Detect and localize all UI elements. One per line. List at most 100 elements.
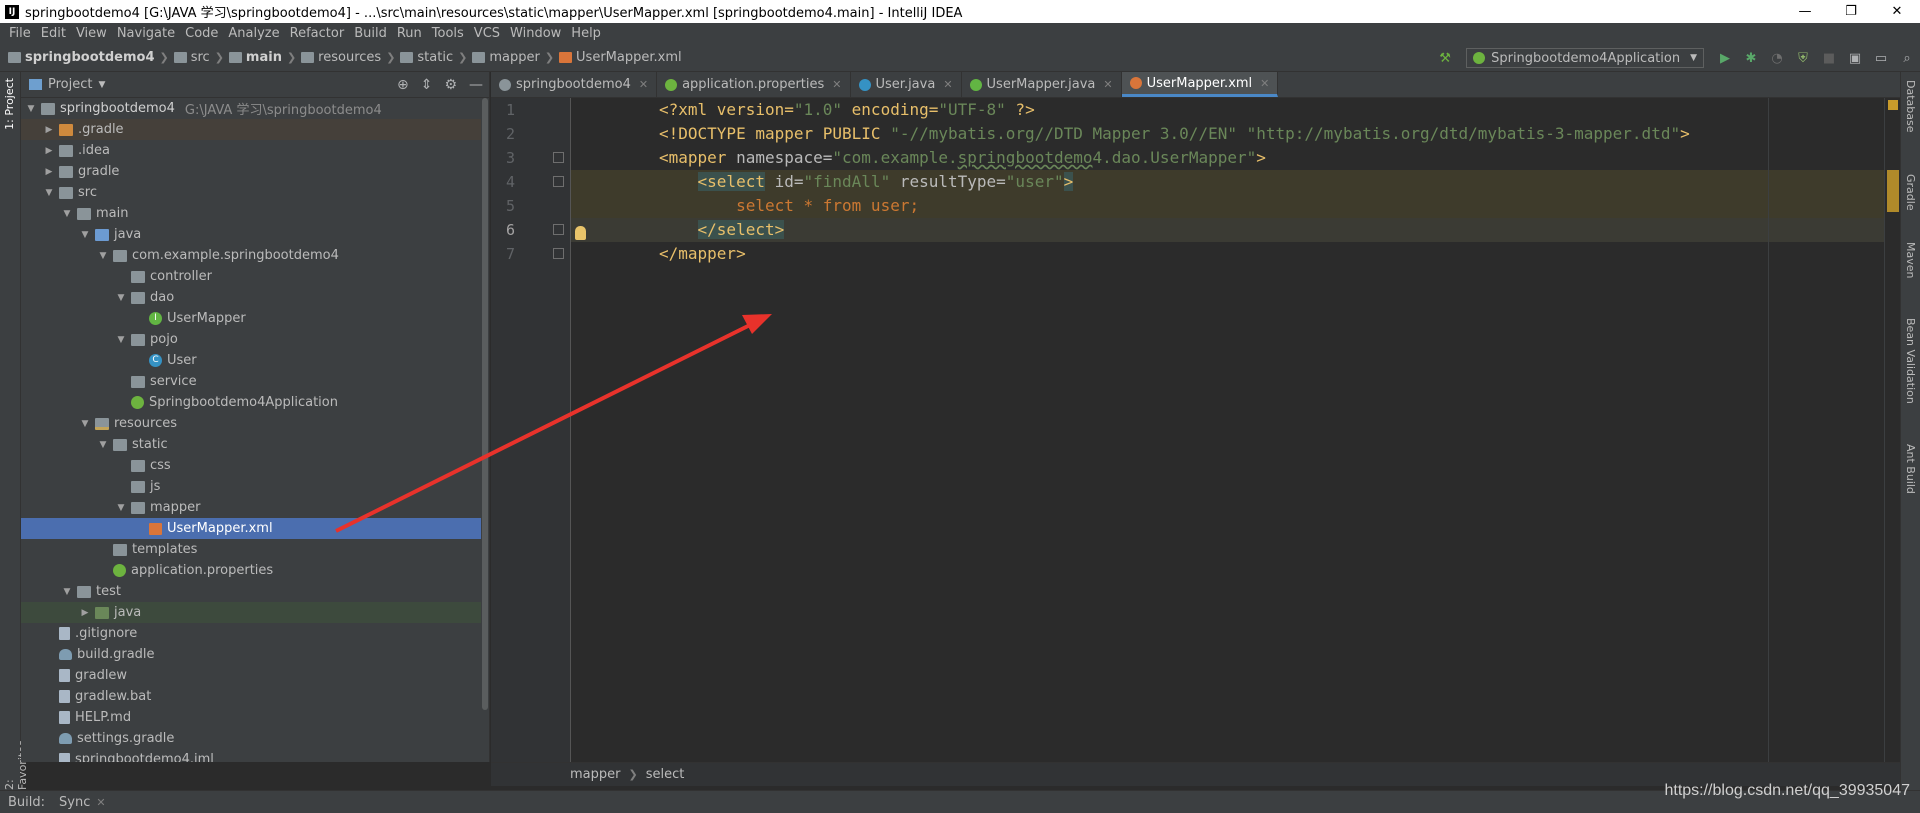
tree-item-static[interactable]: ▼ static bbox=[21, 434, 489, 455]
close-icon[interactable]: ✕ bbox=[1260, 77, 1269, 90]
project-scrollbar[interactable] bbox=[481, 98, 489, 762]
project-view-select[interactable]: Project bbox=[48, 77, 92, 92]
expanded-arrow-icon[interactable]: ▼ bbox=[97, 440, 109, 450]
tree-item-gradle[interactable]: ▶ .gradle bbox=[21, 119, 489, 140]
coverage-icon[interactable]: ◔ bbox=[1766, 47, 1788, 69]
tree-item-controller[interactable]: controller bbox=[21, 266, 489, 287]
menu-run[interactable]: Run bbox=[392, 26, 427, 41]
editor-crumb-select[interactable]: select bbox=[646, 767, 685, 782]
tree-item-gradlew[interactable]: gradlew bbox=[21, 665, 489, 686]
tree-item-main[interactable]: ▼ main bbox=[21, 203, 489, 224]
close-icon[interactable]: ✕ bbox=[832, 78, 841, 91]
expanded-arrow-icon[interactable]: ▼ bbox=[61, 209, 73, 219]
menu-navigate[interactable]: Navigate bbox=[112, 26, 180, 41]
collapsed-arrow-icon[interactable]: ▶ bbox=[43, 146, 55, 156]
minimize-button[interactable]: — bbox=[1782, 0, 1828, 23]
sync-tab[interactable]: Sync ✕ bbox=[59, 795, 106, 810]
breadcrumb-static[interactable]: static ❯ bbox=[400, 50, 472, 65]
collapsed-arrow-icon[interactable]: ▶ bbox=[79, 608, 91, 618]
locate-icon[interactable]: ⊕ bbox=[397, 77, 409, 93]
breadcrumb-file[interactable]: UserMapper.xml bbox=[559, 50, 682, 65]
breadcrumb-project[interactable]: springbootdemo4 ❯ bbox=[8, 50, 174, 65]
editor-tab-application-properties[interactable]: application.properties ✕ bbox=[657, 72, 851, 97]
menu-view[interactable]: View bbox=[71, 26, 112, 41]
menu-analyze[interactable]: Analyze bbox=[223, 26, 284, 41]
debug-icon[interactable]: ✱ bbox=[1740, 47, 1762, 69]
tree-item-user[interactable]: C User bbox=[21, 350, 489, 371]
fold-minus-icon[interactable] bbox=[553, 176, 564, 187]
project-structure-icon[interactable]: ▣ bbox=[1844, 47, 1866, 69]
expanded-arrow-icon[interactable]: ▼ bbox=[97, 251, 109, 261]
close-icon[interactable]: ✕ bbox=[639, 78, 648, 91]
breadcrumb-src[interactable]: src ❯ bbox=[173, 50, 229, 65]
layout-icon[interactable]: ▭ bbox=[1870, 47, 1892, 69]
tree-item-dao[interactable]: ▼ dao bbox=[21, 287, 489, 308]
search-icon[interactable]: ⌕ bbox=[1896, 47, 1918, 69]
gradle-tool-tab[interactable]: Gradle bbox=[1904, 174, 1917, 211]
scrollbar-thumb[interactable] bbox=[482, 98, 488, 710]
tree-item-gradle[interactable]: ▶ gradle bbox=[21, 161, 489, 182]
tree-item-templates[interactable]: templates bbox=[21, 539, 489, 560]
code-editor[interactable]: <?xml version="1.0" encoding="UTF-8" ?> … bbox=[491, 98, 1900, 762]
fold-minus-icon[interactable] bbox=[553, 152, 564, 163]
code-line-1[interactable]: <?xml version="1.0" encoding="UTF-8" ?> bbox=[571, 98, 1900, 122]
fold-end-icon[interactable] bbox=[553, 248, 564, 259]
tree-item-java[interactable]: ▼ java bbox=[21, 224, 489, 245]
breadcrumb-resources[interactable]: resources ❯ bbox=[301, 50, 400, 65]
maven-tool-tab[interactable]: Maven bbox=[1904, 242, 1917, 278]
editor-tab-springbootdemo4[interactable]: springbootdemo4 ✕ bbox=[491, 72, 658, 97]
tree-item-service[interactable]: service bbox=[21, 371, 489, 392]
tree-item-idea[interactable]: ▶ .idea bbox=[21, 140, 489, 161]
tree-item-pojo[interactable]: ▼ pojo bbox=[21, 329, 489, 350]
close-icon[interactable]: ✕ bbox=[96, 796, 105, 809]
breadcrumb-main[interactable]: main ❯ bbox=[228, 50, 301, 65]
expanded-arrow-icon[interactable]: ▼ bbox=[25, 104, 37, 114]
tree-item-springbootdemo4application[interactable]: Springbootdemo4Application bbox=[21, 392, 489, 413]
tree-item-js[interactable]: js bbox=[21, 476, 489, 497]
highlight-marker[interactable] bbox=[1887, 170, 1899, 212]
close-icon[interactable]: ✕ bbox=[943, 78, 952, 91]
stop-icon[interactable]: ■ bbox=[1818, 47, 1840, 69]
editor-tab-usermapper-xml[interactable]: UserMapper.xml ✕ bbox=[1121, 72, 1279, 97]
tree-item-settings-gradle[interactable]: settings.gradle bbox=[21, 728, 489, 749]
fold-end-icon[interactable] bbox=[553, 224, 564, 235]
tree-item-test[interactable]: ▼ test bbox=[21, 581, 489, 602]
run-config-select[interactable]: Springbootdemo4Application ▼ bbox=[1466, 48, 1704, 68]
menu-refactor[interactable]: Refactor bbox=[285, 26, 350, 41]
collapsed-arrow-icon[interactable]: ▶ bbox=[43, 167, 55, 177]
code-line-4[interactable]: <select id="findAll" resultType="user"> bbox=[571, 170, 1900, 194]
warning-marker-icon[interactable] bbox=[1888, 100, 1898, 110]
tree-item-src[interactable]: ▼ src bbox=[21, 182, 489, 203]
build-hammer-icon[interactable]: ⚒ bbox=[1434, 47, 1456, 69]
expanded-arrow-icon[interactable]: ▼ bbox=[115, 503, 127, 513]
maximize-button[interactable]: ❐ bbox=[1828, 0, 1874, 23]
expanded-arrow-icon[interactable]: ▼ bbox=[61, 587, 73, 597]
code-line-3[interactable]: <mapper namespace="com.example.springboo… bbox=[571, 146, 1900, 170]
code-line-6[interactable]: </select> bbox=[571, 218, 1900, 242]
close-icon[interactable]: ✕ bbox=[1103, 78, 1112, 91]
menu-code[interactable]: Code bbox=[180, 26, 223, 41]
run-icon[interactable]: ▶ bbox=[1714, 47, 1736, 69]
expanded-arrow-icon[interactable]: ▼ bbox=[115, 335, 127, 345]
menu-window[interactable]: Window bbox=[505, 26, 566, 41]
code-line-2[interactable]: <!DOCTYPE mapper PUBLIC "-//mybatis.org/… bbox=[571, 122, 1900, 146]
error-stripe[interactable] bbox=[1884, 98, 1900, 762]
expanded-arrow-icon[interactable]: ▼ bbox=[79, 230, 91, 240]
expanded-arrow-icon[interactable]: ▼ bbox=[79, 419, 91, 429]
menu-help[interactable]: Help bbox=[566, 26, 606, 41]
menu-tools[interactable]: Tools bbox=[427, 26, 469, 41]
breadcrumb-mapper[interactable]: mapper ❯ bbox=[472, 50, 559, 65]
bean-validation-tool-tab[interactable]: Bean Validation bbox=[1904, 318, 1917, 404]
collapse-all-icon[interactable]: ⇕ bbox=[421, 77, 433, 93]
lightbulb-icon[interactable] bbox=[575, 226, 586, 240]
editor-crumb-mapper[interactable]: mapper bbox=[570, 767, 620, 782]
menu-vcs[interactable]: VCS bbox=[469, 26, 505, 41]
menu-edit[interactable]: Edit bbox=[36, 26, 71, 41]
menu-build[interactable]: Build bbox=[349, 26, 392, 41]
expanded-arrow-icon[interactable]: ▼ bbox=[43, 188, 55, 198]
tree-item-springbootdemo4[interactable]: ▼ springbootdemo4 G:\JAVA 学习\springbootdem… bbox=[21, 98, 489, 119]
tree-item-springbootdemo4-iml[interactable]: springbootdemo4.iml bbox=[21, 749, 489, 762]
database-tool-tab[interactable]: Database bbox=[1904, 80, 1917, 133]
editor-tab-user-java[interactable]: User.java ✕ bbox=[851, 72, 962, 97]
build-tool-tab[interactable]: Build: bbox=[8, 795, 45, 810]
